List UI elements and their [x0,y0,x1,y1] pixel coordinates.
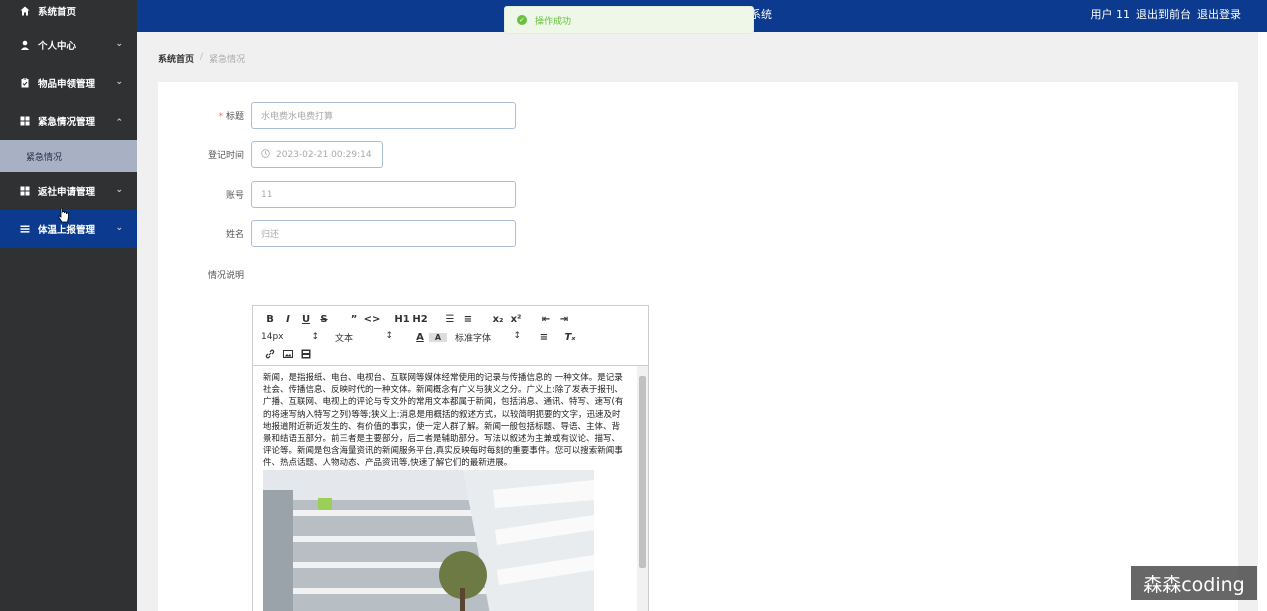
breadcrumb-separator: / [200,52,204,62]
success-toast: ✓ 操作成功 [504,6,754,34]
page-scrollbar[interactable] [1258,32,1267,611]
account-label: 账号 [225,191,244,201]
sidebar-item-emergency-management[interactable]: 紧急情况管理 ⌃ [0,102,137,140]
clock-icon [261,148,270,161]
outdent-icon[interactable]: ⇤ [537,314,555,325]
text-style-select[interactable]: 文本 ↕ [335,331,399,344]
exit-to-frontend-link[interactable]: 退出到前台 [1136,6,1191,22]
link-icon[interactable] [261,349,279,362]
strikethrough-icon[interactable]: S [315,314,333,325]
chevron-down-icon: ⌄ [115,185,123,195]
font-color-icon[interactable]: A [411,332,429,343]
desc-row: 情况说明 [158,268,251,281]
sidebar-item-label: 个人中心 [38,41,77,52]
sidebar-item-item-claim[interactable]: 物品申领管理 ⌄ [0,64,137,102]
user-icon [20,40,30,50]
grid-icon [20,186,30,196]
sidebar-item-label: 紧急情况 [26,152,63,163]
building-image [263,470,594,611]
chevron-down-icon: ⌄ [115,223,123,233]
date-value: 2023-02-21 00:29:14 [276,149,372,160]
code-icon[interactable]: <> [363,314,381,325]
grid-icon [20,116,30,126]
superscript-icon[interactable]: x² [507,314,525,325]
home-icon [20,6,30,16]
ordered-list-icon[interactable]: ☰ [441,314,459,325]
heading2-icon[interactable]: H2 [411,314,429,325]
subscript-icon[interactable]: x₂ [489,314,507,325]
sidebar-item-label: 物品申领管理 [38,79,96,90]
image-icon[interactable] [279,349,297,362]
title-input[interactable]: 水电费水电费打算 [251,102,516,129]
title-row: * 标题 水电费水电费打算 [158,102,516,129]
quote-icon[interactable]: ” [345,314,363,325]
toast-message: 操作成功 [535,16,572,27]
desc-label: 情况说明 [207,271,244,281]
name-input[interactable]: 归还 [251,220,516,247]
chevron-down-icon: ⌄ [115,77,123,87]
clipboard-icon [20,78,30,88]
date-picker-input[interactable]: 2023-02-21 00:29:14 [251,141,383,168]
clear-format-icon[interactable]: Tₓ [561,332,579,343]
breadcrumb: 系统首页 / 紧急情况 [158,52,245,65]
sidebar-item-label: 返社申请管理 [38,187,96,198]
glare-overlay [886,508,1146,611]
chevron-up-icon: ⌃ [115,118,123,128]
sidebar-item-label: 紧急情况管理 [38,117,96,128]
breadcrumb-current: 紧急情况 [209,55,246,65]
italic-icon[interactable]: I [279,314,297,325]
breadcrumb-home[interactable]: 系统首页 [158,52,194,65]
video-icon[interactable] [297,349,315,362]
background-color-icon[interactable]: A [429,332,447,342]
sidebar-item-label: 系统首页 [38,7,77,18]
bold-icon[interactable]: B [261,314,279,325]
rich-text-editor[interactable]: B I U S” <> H1 H2 ☰ ≡ x₂ x² ⇤ ⇥ 14px ↕ 文本 ↕ A A 标准字体 ↕ … [252,305,649,611]
name-label: 姓名 [225,230,244,240]
cursor-icon [58,208,69,223]
name-row: 姓名 归还 [158,220,516,247]
font-family-select[interactable]: 标准字体 ↕ [455,331,527,344]
sidebar: 系统首页 个人中心 ⌄ 物品申领管理 ⌄ 紧急情况管理 ⌃ 紧急情况 返社申请管… [0,0,137,611]
account-input[interactable]: 11 [251,181,516,208]
underline-icon[interactable]: U [297,314,315,325]
editor-text: 新闻，是指报纸、电台、电视台、互联网等媒体经常使用的记录与传播信息的 一种文体。… [263,373,624,469]
editor-content[interactable]: 新闻，是指报纸、电台、电视台、互联网等媒体经常使用的记录与传播信息的 一种文体。… [253,366,648,611]
check-icon: ✓ [517,15,527,25]
time-row: 登记时间 2023-02-21 00:29:14 [158,141,383,168]
align-icon[interactable]: ≡ [535,332,553,343]
chevron-down-icon: ⌄ [115,39,123,49]
editor-toolbar: B I U S” <> H1 H2 ☰ ≡ x₂ x² ⇤ ⇥ 14px ↕ 文本 ↕ A A 标准字体 ↕ … [253,306,648,366]
title-label: * 标题 [218,112,244,122]
logout-link[interactable]: 退出登录 [1197,6,1241,22]
font-size-select[interactable]: 14px ↕ [261,332,325,342]
sidebar-item-label: 体温上报管理 [38,225,96,236]
sidebar-item-return-application[interactable]: 返社申请管理 ⌄ [0,172,137,210]
sidebar-subitem-emergency[interactable]: 紧急情况 [0,140,137,172]
sidebar-item-home[interactable]: 系统首页 [0,0,137,22]
editor-scrollbar[interactable] [637,366,648,611]
bullet-list-icon[interactable]: ≡ [459,314,477,325]
indent-icon[interactable]: ⇥ [555,314,573,325]
list-icon [20,224,30,234]
watermark: 森森coding [1131,566,1257,600]
user-name: 用户 11 [1090,8,1131,21]
heading1-icon[interactable]: H1 [393,314,411,325]
account-row: 账号 11 [158,181,516,208]
sidebar-item-personal-center[interactable]: 个人中心 ⌄ [0,26,137,64]
time-label: 登记时间 [207,151,244,161]
